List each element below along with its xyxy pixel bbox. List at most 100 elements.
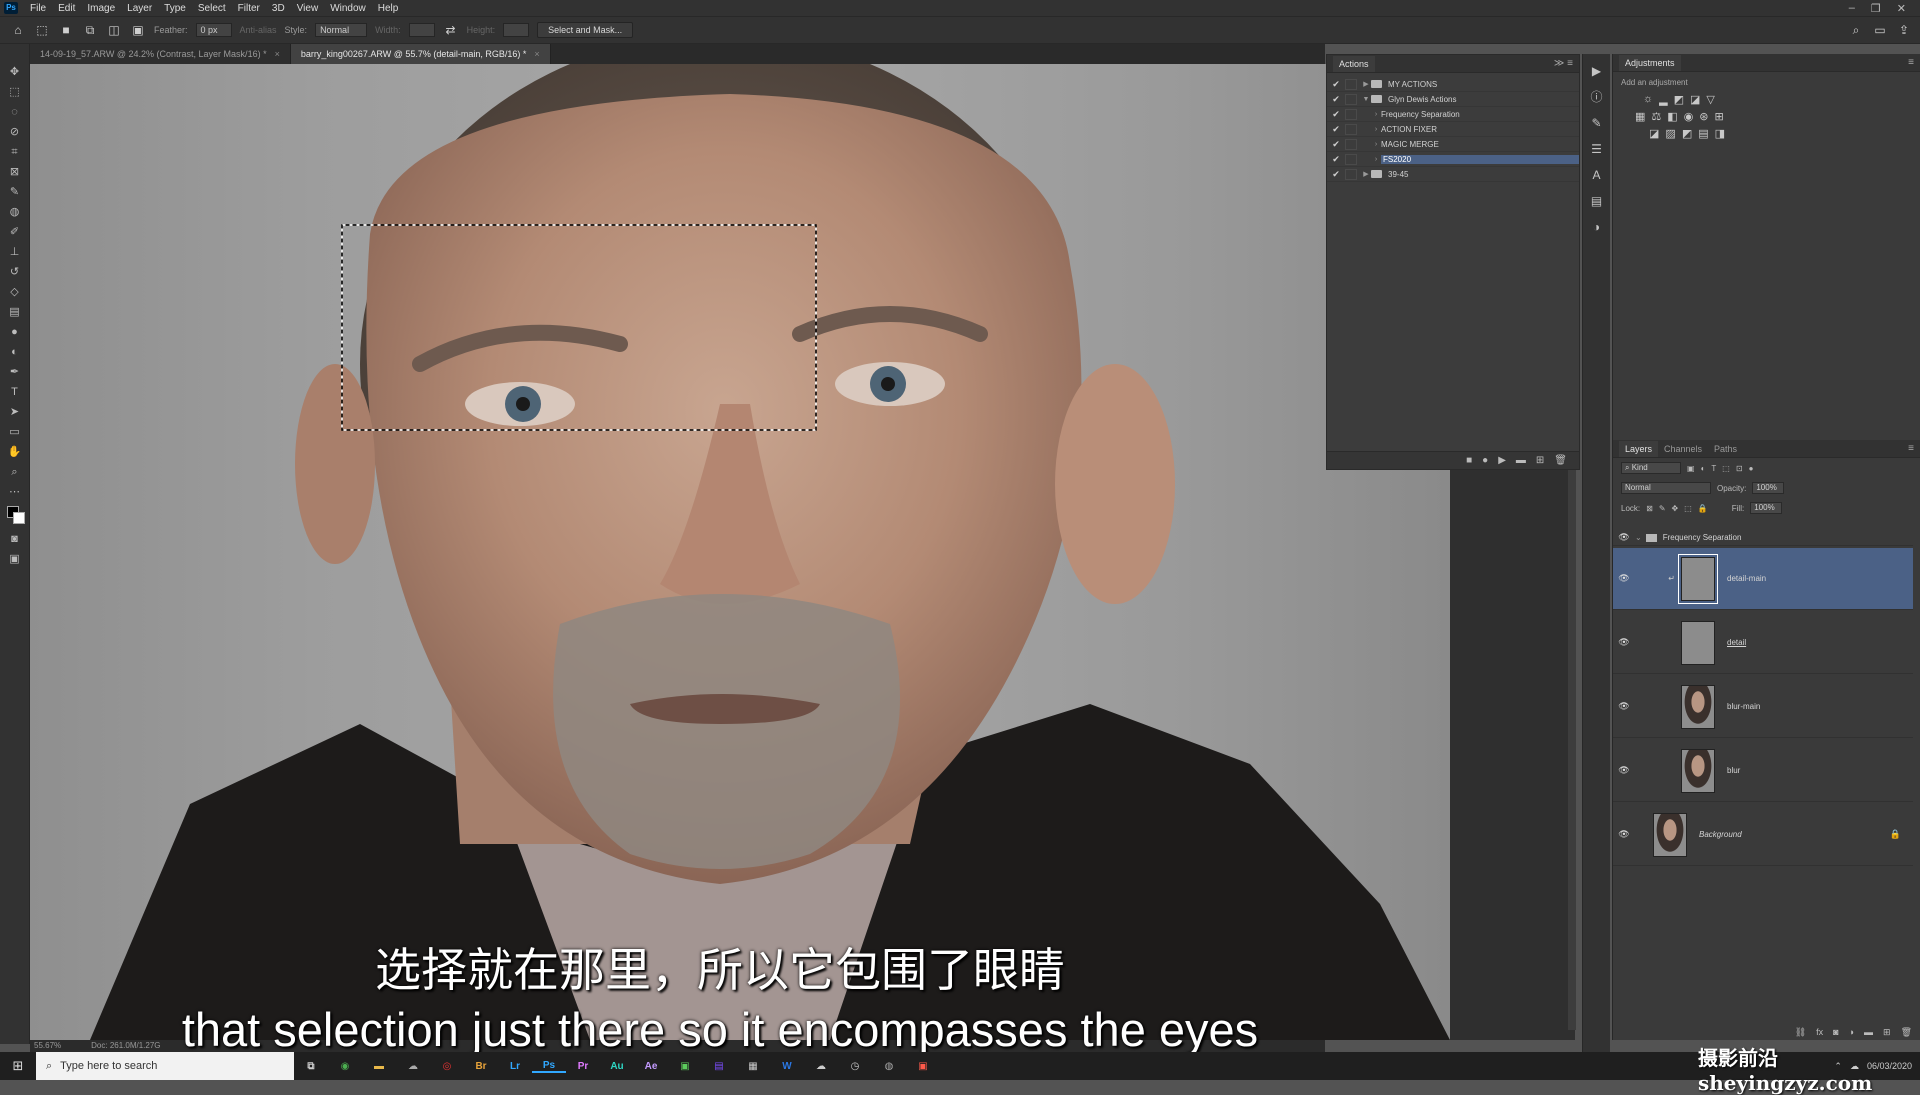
shape-tool-icon[interactable]: ▭	[5, 424, 25, 441]
style-select[interactable]: Normal	[315, 23, 368, 37]
lock-artboard-icon[interactable]: ⬚	[1684, 504, 1692, 513]
photoshop-app-icon[interactable]: Ps	[4, 2, 18, 14]
brush-tool-icon[interactable]: ✐	[5, 224, 25, 241]
select-and-mask-button[interactable]: Select and Mask...	[537, 22, 634, 38]
menu-help[interactable]: Help	[372, 3, 405, 14]
toggle-checkmark-icon[interactable]: ✔	[1327, 169, 1345, 180]
swap-dimensions-icon[interactable]: ⇄	[443, 22, 459, 38]
gradient-tool-icon[interactable]: ▤	[5, 304, 25, 321]
word-icon[interactable]: W	[770, 1061, 804, 1072]
lock-icon[interactable]: 🔒	[1890, 829, 1901, 840]
app-icon[interactable]: ☁	[804, 1061, 838, 1072]
layer-name[interactable]: detail-main	[1727, 574, 1766, 583]
color-swatches[interactable]	[5, 504, 25, 528]
dialog-toggle[interactable]	[1345, 168, 1357, 180]
chrome-icon[interactable]: ◉	[328, 1061, 362, 1072]
layer-row[interactable]: 👁 blur	[1613, 740, 1913, 802]
toggle-checkmark-icon[interactable]: ✔	[1327, 139, 1345, 150]
adjustments-tab[interactable]: Adjustments	[1619, 54, 1681, 71]
layer-name[interactable]: detail	[1727, 638, 1746, 647]
quick-select-icon[interactable]: ⊘	[5, 124, 25, 141]
actions-tab[interactable]: Actions	[1333, 55, 1375, 72]
close-tab-icon[interactable]: ×	[275, 49, 280, 59]
dialog-toggle[interactable]	[1345, 78, 1357, 90]
action-set-row[interactable]: ✔ ▼ Glyn Dewis Actions	[1327, 92, 1579, 107]
hue-saturation-icon[interactable]: ▦	[1635, 110, 1645, 123]
layer-name[interactable]: blur	[1727, 766, 1740, 775]
opacity-input[interactable]: 100%	[1752, 482, 1785, 494]
close-icon[interactable]: ✕	[1897, 2, 1906, 15]
search-icon[interactable]: ⌕	[1848, 22, 1864, 38]
screen-mode-icon[interactable]: ▣	[5, 551, 25, 568]
toggle-checkmark-icon[interactable]: ✔	[1327, 79, 1345, 90]
new-action-icon[interactable]: ⊞	[1536, 455, 1544, 466]
menu-image[interactable]: Image	[81, 3, 121, 14]
color-balance-icon[interactable]: ⚖	[1651, 110, 1661, 123]
dialog-toggle[interactable]	[1345, 93, 1357, 105]
visibility-eye-icon[interactable]: 👁	[1613, 532, 1635, 543]
crop-tool-icon[interactable]: ⌗	[5, 144, 25, 161]
after-effects-icon[interactable]: Ae	[634, 1061, 668, 1072]
minimize-icon[interactable]: –	[1849, 2, 1855, 15]
menu-3d[interactable]: 3D	[266, 3, 291, 14]
expand-arrow-icon[interactable]: ›	[1371, 156, 1381, 163]
action-row[interactable]: ✔ › MAGIC MERGE	[1327, 137, 1579, 152]
eyedropper-icon[interactable]: ✎	[5, 184, 25, 201]
action-set-row[interactable]: ✔ ▶ MY ACTIONS	[1327, 77, 1579, 92]
lasso-tool-icon[interactable]: ◌	[5, 104, 25, 121]
invert-icon[interactable]: ◪	[1649, 127, 1659, 140]
toggle-checkmark-icon[interactable]: ✔	[1327, 124, 1345, 135]
close-tab-icon[interactable]: ×	[534, 49, 539, 59]
quick-mask-icon[interactable]: ◙	[5, 531, 25, 548]
expand-arrow-icon[interactable]: ›	[1371, 141, 1381, 148]
threshold-icon[interactable]: ◩	[1682, 127, 1692, 140]
toggle-checkmark-icon[interactable]: ✔	[1327, 109, 1345, 120]
app-icon[interactable]: ▣	[906, 1061, 940, 1072]
layer-filter-select[interactable]: ⌕ Kind	[1621, 462, 1681, 474]
app-icon[interactable]: ☁	[396, 1061, 430, 1072]
taskbar-search[interactable]: ⌕ Type here to search	[36, 1052, 294, 1080]
exposure-icon[interactable]: ◪	[1690, 93, 1700, 106]
actions-play-icon[interactable]: ▶	[1588, 62, 1606, 80]
app-icon[interactable]: ▦	[736, 1061, 770, 1072]
add-selection-icon[interactable]: ⧉	[82, 22, 98, 38]
trash-icon[interactable]: 🗑	[1901, 1027, 1912, 1038]
menu-type[interactable]: Type	[158, 3, 192, 14]
intersect-selection-icon[interactable]: ▣	[130, 22, 146, 38]
history-brush-icon[interactable]: ↺	[5, 264, 25, 281]
dialog-toggle[interactable]	[1345, 108, 1357, 120]
lock-all-icon[interactable]: 🔒	[1698, 504, 1708, 513]
record-icon[interactable]: ●	[1482, 455, 1488, 466]
dialog-toggle[interactable]	[1345, 138, 1357, 150]
type-tool-icon[interactable]: T	[5, 384, 25, 401]
more-tools-icon[interactable]: ⋯	[5, 484, 25, 501]
selective-color-icon[interactable]: ◨	[1715, 127, 1725, 140]
fill-input[interactable]: 100%	[1750, 502, 1783, 514]
menu-view[interactable]: View	[291, 3, 325, 14]
posterize-icon[interactable]: ▨	[1665, 127, 1675, 140]
toggle-checkmark-icon[interactable]: ✔	[1327, 94, 1345, 105]
new-set-icon[interactable]: ▬	[1516, 455, 1526, 466]
pen-tool-icon[interactable]: ✒	[5, 364, 25, 381]
play-icon[interactable]: ▶	[1498, 455, 1506, 466]
action-row[interactable]: ✔ › ACTION FIXER	[1327, 122, 1579, 137]
channel-mixer-icon[interactable]: ⊛	[1699, 110, 1708, 123]
layer-row[interactable]: 👁 Background 🔒	[1613, 804, 1913, 866]
layer-name[interactable]: Background	[1699, 830, 1742, 839]
menu-filter[interactable]: Filter	[232, 3, 266, 14]
black-white-icon[interactable]: ◧	[1667, 110, 1677, 123]
expand-arrow-icon[interactable]: ▶	[1361, 80, 1371, 88]
expand-arrow-icon[interactable]: ▶	[1361, 170, 1371, 178]
collapse-arrow-icon[interactable]: ⌄	[1635, 533, 1642, 542]
healing-brush-icon[interactable]: ◍	[5, 204, 25, 221]
dodge-tool-icon[interactable]: ◐	[5, 344, 25, 361]
task-view-icon[interactable]: ⧉	[294, 1061, 328, 1072]
brush-settings-icon[interactable]: ✎	[1588, 114, 1606, 132]
filter-smart-icon[interactable]: ⊡	[1736, 464, 1743, 473]
layer-thumbnail[interactable]	[1681, 684, 1715, 729]
stop-icon[interactable]: ■	[1466, 455, 1472, 466]
curves-icon[interactable]: ◩	[1674, 93, 1684, 106]
properties-icon[interactable]: ☰	[1588, 140, 1606, 158]
gradient-map-icon[interactable]: ▤	[1698, 127, 1708, 140]
photoshop-icon[interactable]: Ps	[532, 1060, 566, 1073]
